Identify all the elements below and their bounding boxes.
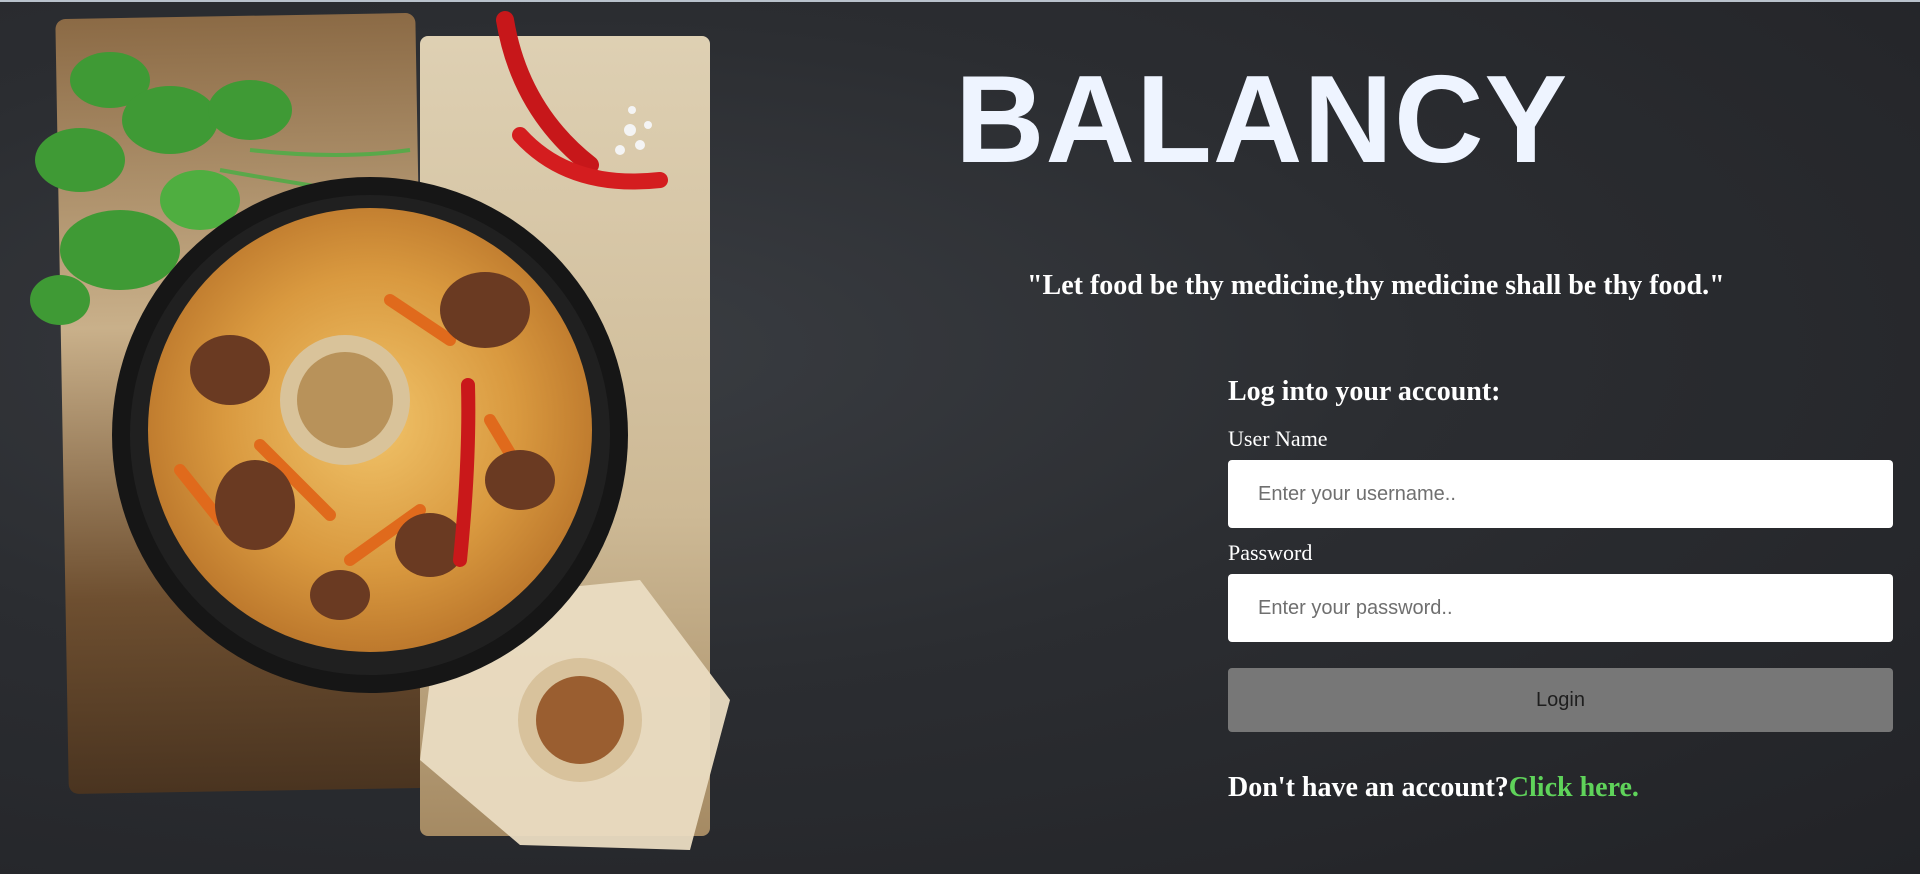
tagline-quote: "Let food be thy medicine,thy medicine s… [1027, 270, 1725, 301]
signup-link[interactable]: Click here. [1509, 772, 1639, 803]
signup-line: Don't have an account?Click here. [1228, 772, 1893, 804]
login-form: Log into your account: User Name Passwor… [1228, 372, 1893, 804]
food-plate-illustration [30, 11, 730, 850]
login-heading: Log into your account: [1228, 376, 1501, 407]
username-input[interactable] [1228, 460, 1893, 528]
password-label: Password [1228, 540, 1313, 565]
signup-prompt: Don't have an account? [1228, 772, 1509, 803]
brand-title: BALANCY [955, 51, 1569, 189]
username-label: User Name [1228, 426, 1328, 451]
login-button[interactable]: Login [1228, 668, 1893, 732]
password-input[interactable] [1228, 574, 1893, 642]
